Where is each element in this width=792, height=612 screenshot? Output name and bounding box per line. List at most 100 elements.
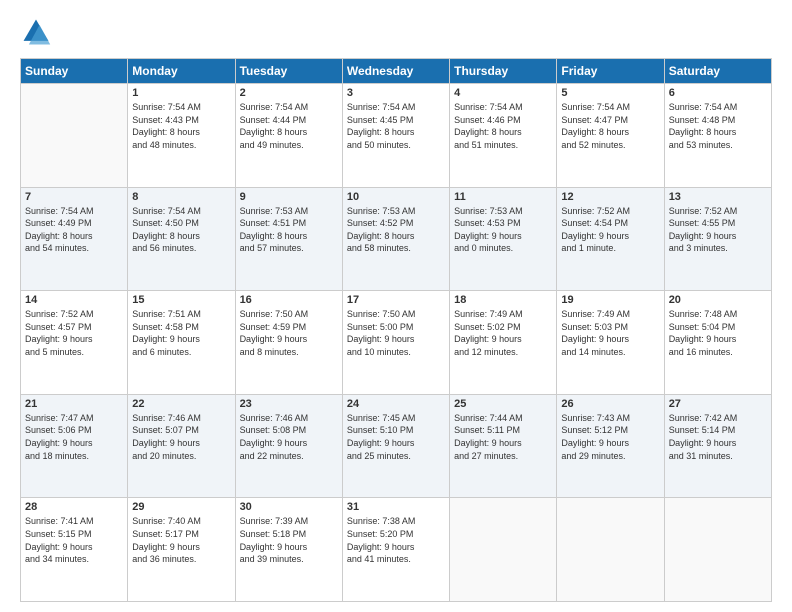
day-info: Sunrise: 7:40 AM Sunset: 5:17 PM Dayligh…: [132, 515, 230, 565]
calendar-cell: 21 Sunrise: 7:47 AM Sunset: 5:06 PM Dayli…: [21, 394, 128, 498]
calendar-cell: 17 Sunrise: 7:50 AM Sunset: 5:00 PM Dayli…: [342, 291, 449, 395]
day-number: 11: [454, 191, 552, 203]
day-number: 23: [240, 398, 338, 410]
calendar-page: SundayMondayTuesdayWednesdayThursdayFrid…: [0, 0, 792, 612]
weekday-header-wednesday: Wednesday: [342, 59, 449, 84]
weekday-header-friday: Friday: [557, 59, 664, 84]
day-number: 17: [347, 294, 445, 306]
calendar-cell: 30Sunrise: 7:39 AM Sunset: 5:18 PM Dayli…: [235, 498, 342, 602]
day-number: 6: [669, 87, 767, 99]
day-number: 8: [132, 191, 230, 203]
day-number: 29: [132, 501, 230, 513]
calendar-cell: [450, 498, 557, 602]
calendar-cell: 5 Sunrise: 7:54 AM Sunset: 4:47 PM Daylig…: [557, 84, 664, 188]
weekday-header-tuesday: Tuesday: [235, 59, 342, 84]
day-number: 7: [25, 191, 123, 203]
day-number: 20: [669, 294, 767, 306]
calendar-cell: 4Sunrise: 7:54 AM Sunset: 4:46 PM Daylig…: [450, 84, 557, 188]
day-info: Sunrise: 7:54 AM Sunset: 4:47 PM Dayligh…: [561, 101, 659, 151]
day-number: 9: [240, 191, 338, 203]
day-number: 22: [132, 398, 230, 410]
day-info: Sunrise: 7:47 AM Sunset: 5:06 PM Dayligh…: [25, 412, 123, 462]
day-number: 18: [454, 294, 552, 306]
calendar-cell: 8 Sunrise: 7:54 AM Sunset: 4:50 PM Daylig…: [128, 187, 235, 291]
logo: [20, 16, 56, 48]
calendar-cell: [664, 498, 771, 602]
day-number: 5: [561, 87, 659, 99]
calendar-cell: 12Sunrise: 7:52 AM Sunset: 4:54 PM Dayli…: [557, 187, 664, 291]
day-number: 4: [454, 87, 552, 99]
day-number: 26: [561, 398, 659, 410]
calendar-cell: [21, 84, 128, 188]
week-row-2: 7 Sunrise: 7:54 AM Sunset: 4:49 PM Daylig…: [21, 187, 772, 291]
day-number: 30: [240, 501, 338, 513]
day-number: 13: [669, 191, 767, 203]
calendar-cell: 6 Sunrise: 7:54 AM Sunset: 4:48 PM Daylig…: [664, 84, 771, 188]
calendar-cell: 29 Sunrise: 7:40 AM Sunset: 5:17 PM Dayli…: [128, 498, 235, 602]
day-number: 3: [347, 87, 445, 99]
day-info: Sunrise: 7:42 AM Sunset: 5:14 PM Dayligh…: [669, 412, 767, 462]
day-number: 28: [25, 501, 123, 513]
calendar-cell: 25 Sunrise: 7:44 AM Sunset: 5:11 PM Dayli…: [450, 394, 557, 498]
day-number: 25: [454, 398, 552, 410]
day-info: Sunrise: 7:49 AM Sunset: 5:03 PM Dayligh…: [561, 308, 659, 358]
logo-icon: [20, 16, 52, 48]
day-info: Sunrise: 7:50 AM Sunset: 4:59 PM Dayligh…: [240, 308, 338, 358]
calendar-cell: 24Sunrise: 7:45 AM Sunset: 5:10 PM Dayli…: [342, 394, 449, 498]
calendar-cell: 9 Sunrise: 7:53 AM Sunset: 4:51 PM Daylig…: [235, 187, 342, 291]
weekday-header-row: SundayMondayTuesdayWednesdayThursdayFrid…: [21, 59, 772, 84]
calendar-cell: 26 Sunrise: 7:43 AM Sunset: 5:12 PM Dayli…: [557, 394, 664, 498]
day-info: Sunrise: 7:51 AM Sunset: 4:58 PM Dayligh…: [132, 308, 230, 358]
day-info: Sunrise: 7:53 AM Sunset: 4:51 PM Dayligh…: [240, 205, 338, 255]
day-info: Sunrise: 7:45 AM Sunset: 5:10 PM Dayligh…: [347, 412, 445, 462]
day-info: Sunrise: 7:46 AM Sunset: 5:08 PM Dayligh…: [240, 412, 338, 462]
day-number: 19: [561, 294, 659, 306]
weekday-header-monday: Monday: [128, 59, 235, 84]
calendar-cell: 28 Sunrise: 7:41 AM Sunset: 5:15 PM Dayli…: [21, 498, 128, 602]
calendar-cell: 3Sunrise: 7:54 AM Sunset: 4:45 PM Daylig…: [342, 84, 449, 188]
day-info: Sunrise: 7:44 AM Sunset: 5:11 PM Dayligh…: [454, 412, 552, 462]
day-info: Sunrise: 7:38 AM Sunset: 5:20 PM Dayligh…: [347, 515, 445, 565]
day-info: Sunrise: 7:54 AM Sunset: 4:50 PM Dayligh…: [132, 205, 230, 255]
day-number: 10: [347, 191, 445, 203]
calendar-cell: 14 Sunrise: 7:52 AM Sunset: 4:57 PM Dayli…: [21, 291, 128, 395]
day-info: Sunrise: 7:54 AM Sunset: 4:48 PM Dayligh…: [669, 101, 767, 151]
day-number: 21: [25, 398, 123, 410]
day-info: Sunrise: 7:52 AM Sunset: 4:54 PM Dayligh…: [561, 205, 659, 255]
day-info: Sunrise: 7:53 AM Sunset: 4:52 PM Dayligh…: [347, 205, 445, 255]
day-number: 31: [347, 501, 445, 513]
day-info: Sunrise: 7:48 AM Sunset: 5:04 PM Dayligh…: [669, 308, 767, 358]
weekday-header-saturday: Saturday: [664, 59, 771, 84]
weekday-header-sunday: Sunday: [21, 59, 128, 84]
calendar-cell: 11Sunrise: 7:53 AM Sunset: 4:53 PM Dayli…: [450, 187, 557, 291]
calendar-cell: 18 Sunrise: 7:49 AM Sunset: 5:02 PM Dayli…: [450, 291, 557, 395]
weekday-header-thursday: Thursday: [450, 59, 557, 84]
day-info: Sunrise: 7:43 AM Sunset: 5:12 PM Dayligh…: [561, 412, 659, 462]
day-info: Sunrise: 7:52 AM Sunset: 4:55 PM Dayligh…: [669, 205, 767, 255]
calendar-cell: 27 Sunrise: 7:42 AM Sunset: 5:14 PM Dayli…: [664, 394, 771, 498]
calendar-cell: 31 Sunrise: 7:38 AM Sunset: 5:20 PM Dayli…: [342, 498, 449, 602]
day-info: Sunrise: 7:54 AM Sunset: 4:44 PM Dayligh…: [240, 101, 338, 151]
calendar-table: SundayMondayTuesdayWednesdayThursdayFrid…: [20, 58, 772, 602]
calendar-cell: 15 Sunrise: 7:51 AM Sunset: 4:58 PM Dayli…: [128, 291, 235, 395]
day-number: 16: [240, 294, 338, 306]
day-number: 27: [669, 398, 767, 410]
day-info: Sunrise: 7:49 AM Sunset: 5:02 PM Dayligh…: [454, 308, 552, 358]
day-info: Sunrise: 7:54 AM Sunset: 4:49 PM Dayligh…: [25, 205, 123, 255]
day-info: Sunrise: 7:50 AM Sunset: 5:00 PM Dayligh…: [347, 308, 445, 358]
calendar-cell: 7 Sunrise: 7:54 AM Sunset: 4:49 PM Daylig…: [21, 187, 128, 291]
calendar-cell: 23 Sunrise: 7:46 AM Sunset: 5:08 PM Dayli…: [235, 394, 342, 498]
calendar-cell: 19 Sunrise: 7:49 AM Sunset: 5:03 PM Dayli…: [557, 291, 664, 395]
week-row-4: 21 Sunrise: 7:47 AM Sunset: 5:06 PM Dayli…: [21, 394, 772, 498]
day-number: 14: [25, 294, 123, 306]
calendar-cell: 2 Sunrise: 7:54 AM Sunset: 4:44 PM Daylig…: [235, 84, 342, 188]
header: [20, 16, 772, 48]
day-info: Sunrise: 7:52 AM Sunset: 4:57 PM Dayligh…: [25, 308, 123, 358]
calendar-cell: 22Sunrise: 7:46 AM Sunset: 5:07 PM Dayli…: [128, 394, 235, 498]
day-number: 15: [132, 294, 230, 306]
calendar-cell: 1Sunrise: 7:54 AM Sunset: 4:43 PM Daylig…: [128, 84, 235, 188]
week-row-3: 14 Sunrise: 7:52 AM Sunset: 4:57 PM Dayli…: [21, 291, 772, 395]
day-info: Sunrise: 7:54 AM Sunset: 4:43 PM Dayligh…: [132, 101, 230, 151]
day-number: 2: [240, 87, 338, 99]
day-info: Sunrise: 7:41 AM Sunset: 5:15 PM Dayligh…: [25, 515, 123, 565]
